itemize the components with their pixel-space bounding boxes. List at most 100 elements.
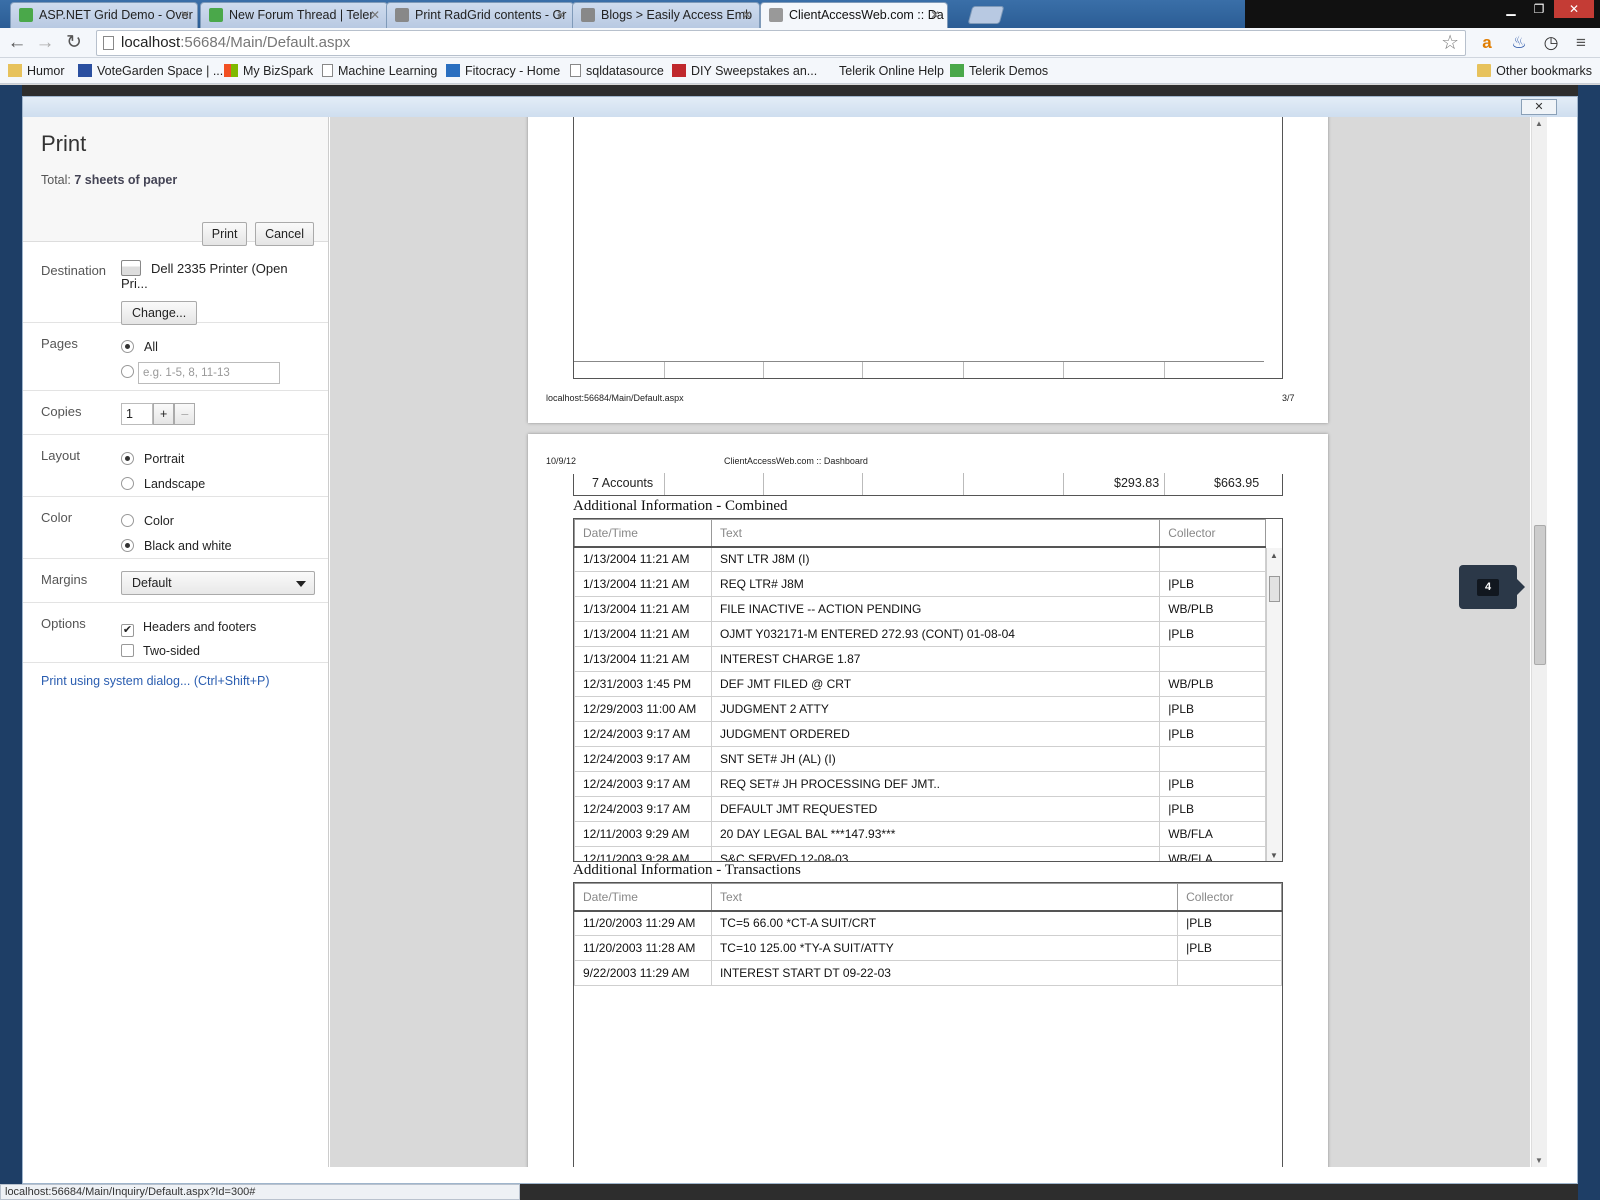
two-sided-label: Two-sided	[143, 644, 200, 658]
combined-column-header[interactable]: Collector	[1159, 519, 1266, 548]
bookmark-2[interactable]: VoteGarden Space | ...	[78, 61, 223, 81]
bookmark-7[interactable]: DIY Sweepstakes an...	[672, 61, 817, 81]
tab-close-icon[interactable]: ✕	[556, 3, 566, 27]
table-row[interactable]: 12/24/2003 9:17 AM SNT SET# JH (AL) (I)	[574, 746, 1266, 772]
system-dialog-link[interactable]: Print using system dialog... (Ctrl+Shift…	[41, 674, 270, 688]
collector-cell: |PLB	[1177, 910, 1282, 936]
combined-column-header[interactable]: Date/Time	[574, 519, 712, 548]
combined-column-header[interactable]: Text	[710, 519, 1161, 548]
color-radio[interactable]	[121, 514, 134, 527]
preview-scrollbar[interactable]: ▲ ▼	[1531, 117, 1547, 1167]
tab-close-icon[interactable]: ✕	[930, 3, 940, 27]
headers-footers-checkbox[interactable]: ✔	[121, 624, 134, 637]
tab-1[interactable]: ASP.NET Grid Demo - Over ✕	[10, 2, 198, 28]
table-row[interactable]: 12/24/2003 9:17 AM REQ SET# JH PROCESSING…	[574, 771, 1266, 797]
diy-icon	[672, 64, 686, 77]
combined-grid-scroll-thumb[interactable]	[1269, 576, 1280, 602]
two-sided-checkbox[interactable]	[121, 644, 134, 657]
bookmark-5[interactable]: Fitocracy - Home	[446, 61, 560, 81]
table-row[interactable]: 12/24/2003 9:17 AM JUDGMENT ORDERED |PLB	[574, 721, 1266, 747]
change-destination-button[interactable]: Change...	[121, 301, 198, 325]
table-row[interactable]: 11/20/2003 11:29 AM TC=5 66.00 *CT-A SUIT…	[574, 910, 1282, 936]
scroll-up-icon[interactable]: ▲	[1270, 551, 1278, 560]
combined-grid-scrollbar[interactable]: ▲ ▼	[1266, 548, 1282, 861]
black-white-radio[interactable]	[121, 539, 134, 552]
document-icon	[322, 64, 333, 77]
table-row[interactable]: 12/11/2003 9:29 AM 20 DAY LEGAL BAL ***14…	[574, 821, 1266, 847]
copies-increment-button[interactable]: +	[153, 403, 175, 425]
minimize-button[interactable]: ▁	[1498, 0, 1524, 18]
bookmark-3[interactable]: My BizSpark	[224, 61, 313, 81]
table-row[interactable]: 1/13/2004 11:21 AM REQ LTR# J8M |PLB	[574, 571, 1266, 597]
color-row: Color Color Black and white	[23, 497, 328, 559]
preview-scroll-thumb[interactable]	[1534, 525, 1546, 665]
new-tab-button[interactable]	[967, 6, 1005, 24]
layout-row: Layout Portrait Landscape	[23, 435, 328, 497]
copies-row: Copies 1 + –	[23, 391, 328, 435]
tab-2[interactable]: New Forum Thread | Teler ✕	[200, 2, 388, 28]
tab-3[interactable]: Print RadGrid contents - Gr ✕	[386, 2, 574, 28]
landscape-radio[interactable]	[121, 477, 134, 490]
accounts-count: 7 Accounts	[592, 476, 654, 490]
close-window-button[interactable]: ✕	[1554, 0, 1594, 18]
back-icon[interactable]: ←	[6, 32, 28, 54]
scroll-up-arrow-icon[interactable]: ▲	[1535, 119, 1543, 128]
table-row[interactable]: 12/31/2003 1:45 PM DEF JMT FILED @ CRT WB/…	[574, 671, 1266, 697]
table-row[interactable]: 12/24/2003 9:17 AM DEFAULT JMT REQUESTED |…	[574, 796, 1266, 822]
text-cell: INTEREST START DT 09-22-03	[710, 960, 1179, 986]
transactions-column-header[interactable]: Collector	[1177, 883, 1282, 912]
tab-close-icon[interactable]: ✕	[370, 3, 380, 27]
portrait-radio[interactable]	[121, 452, 134, 465]
pages-range-input[interactable]: e.g. 1-5, 8, 11-13	[138, 361, 280, 384]
reload-icon[interactable]: ↻	[63, 32, 85, 54]
bookmark-1[interactable]: Humor	[8, 61, 65, 81]
copies-decrement-button[interactable]: –	[174, 403, 196, 425]
bookmark-star-icon[interactable]: ☆	[1441, 31, 1459, 55]
pages-all-radio[interactable]	[121, 340, 134, 353]
bookmark-9[interactable]: Telerik Demos	[950, 61, 1048, 81]
address-bar[interactable]: localhost:56684/Main/Default.aspx ☆	[96, 30, 1466, 56]
scroll-down-icon[interactable]: ▼	[1270, 851, 1278, 860]
tab-close-icon[interactable]: ✕	[180, 3, 190, 27]
tab-5[interactable]: ClientAccessWeb.com :: Da ✕	[760, 2, 948, 28]
text-cell: INTEREST CHARGE 1.87	[710, 646, 1161, 672]
table-row[interactable]: 11/20/2003 11:28 AM TC=10 125.00 *TY-A SU…	[574, 935, 1282, 961]
bookmark-label: Fitocracy - Home	[465, 64, 561, 78]
history-icon[interactable]: ◷	[1540, 32, 1562, 54]
tab-4[interactable]: Blogs > Easily Access Emb ✕	[572, 2, 760, 28]
bookmark-6[interactable]: sqldatasource	[570, 61, 664, 81]
print-settings-panel: Print Total: 7 sheets of paper Print Can…	[23, 117, 329, 1167]
menu-wrench-icon[interactable]: ≡	[1570, 32, 1592, 54]
print-header: Print Total: 7 sheets of paper Print Can…	[23, 117, 328, 246]
table-row[interactable]: 1/13/2004 11:21 AM INTEREST CHARGE 1.87	[574, 646, 1266, 672]
table-row[interactable]: 12/29/2003 11:00 AM JUDGMENT 2 ATTY |PLB	[574, 696, 1266, 722]
other-bookmarks[interactable]: Other bookmarks	[1477, 61, 1592, 81]
transactions-column-header[interactable]: Date/Time	[574, 883, 712, 912]
maximize-button[interactable]: ❐	[1526, 0, 1552, 18]
collector-cell: |PLB	[1159, 571, 1266, 597]
table-row[interactable]: 1/13/2004 11:21 AM FILE INACTIVE -- ACTIO…	[574, 596, 1266, 622]
table-row[interactable]: 1/13/2004 11:21 AM OJMT Y032171-M ENTERED…	[574, 621, 1266, 647]
table-row[interactable]: 1/13/2004 11:21 AM SNT LTR J8M (I)	[574, 546, 1266, 572]
table-row[interactable]: 12/11/2003 9:28 AM S&C SERVED 12-08-03 WB/…	[574, 846, 1266, 861]
transactions-column-header[interactable]: Text	[710, 883, 1179, 912]
copies-input[interactable]: 1	[121, 403, 153, 425]
text-cell: REQ LTR# J8M	[710, 571, 1161, 597]
scroll-down-arrow-icon[interactable]: ▼	[1535, 1156, 1543, 1165]
text-cell: REQ SET# JH PROCESSING DEF JMT..	[710, 771, 1161, 797]
folder-icon	[8, 64, 22, 77]
tab-close-icon[interactable]: ✕	[742, 3, 752, 27]
pages-custom-radio[interactable]	[121, 365, 134, 378]
amazon-icon[interactable]: a	[1476, 32, 1498, 54]
flame-extension-icon[interactable]: ♨	[1508, 32, 1530, 54]
destination-label: Destination	[41, 263, 107, 278]
bookmark-8[interactable]: Telerik Online Help	[820, 61, 944, 81]
bookmark-4[interactable]: Machine Learning	[322, 61, 437, 81]
table-row[interactable]: 9/22/2003 11:29 AM INTEREST START DT 09-2…	[574, 960, 1282, 986]
text-cell: JUDGMENT ORDERED	[710, 721, 1161, 747]
forward-icon[interactable]: →	[34, 32, 56, 54]
printer-icon	[121, 260, 141, 276]
dialog-close-button[interactable]: ✕	[1521, 99, 1557, 115]
margins-select[interactable]: Default	[121, 571, 315, 595]
headers-footers-label: Headers and footers	[143, 620, 257, 634]
